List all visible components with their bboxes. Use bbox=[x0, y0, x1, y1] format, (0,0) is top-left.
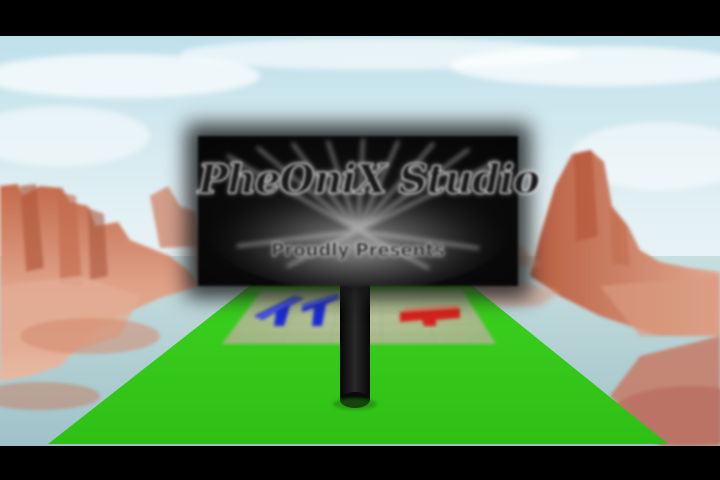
presents-subtitle: Proudly Presents bbox=[271, 240, 445, 262]
studio-title: PheOniX Studio bbox=[198, 156, 541, 204]
letterbox-bottom bbox=[0, 446, 720, 480]
billboard: PheOniX Studio Proudly Presents bbox=[184, 122, 541, 300]
letterbox-top bbox=[0, 0, 720, 36]
game-scene: PheOniX Studio Proudly Presents bbox=[0, 36, 720, 446]
